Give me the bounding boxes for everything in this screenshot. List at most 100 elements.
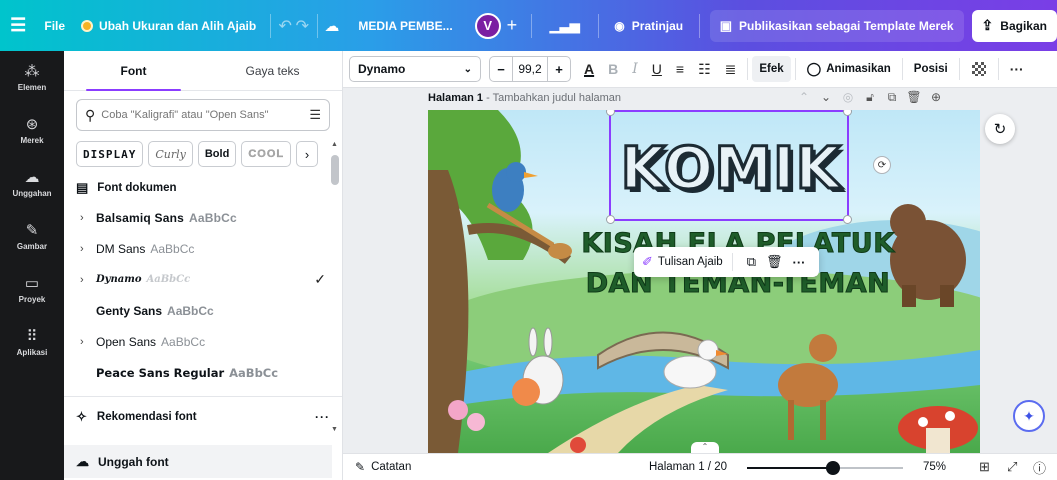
font-item-balsamiq-sans[interactable]: › Balsamiq Sans AaBbCc — [76, 202, 330, 233]
bottom-bar: ✎ Catatan Halaman 1 / 20 75% ⊞ ⤢ ⓘ — [343, 453, 1057, 480]
filter-sliders-icon[interactable]: ☰ — [309, 107, 321, 123]
rail-item-unggahan[interactable]: ☁ Unggahan — [0, 157, 64, 210]
divider — [731, 253, 733, 271]
resize-handle[interactable] — [606, 110, 615, 116]
upload-font-button[interactable]: ☁ Unggah font — [64, 445, 332, 478]
list-icon[interactable]: ☷ — [691, 61, 718, 78]
scroll-down-icon[interactable]: ▼ — [331, 426, 338, 433]
chevron-right-icon[interactable]: › — [76, 274, 96, 286]
rail-item-gambar[interactable]: ✎ Gambar — [0, 210, 64, 263]
underline-icon[interactable]: U — [645, 61, 669, 77]
chevron-down-icon[interactable]: ⌄ — [815, 90, 837, 105]
add-page-icon[interactable]: ⊕ — [925, 90, 947, 105]
animate-circle-icon: ◯ — [806, 61, 822, 76]
chevron-up-icon[interactable]: ⌃ — [793, 90, 815, 105]
style-chip-bold[interactable]: Bold — [197, 141, 237, 167]
style-chip-display[interactable]: DISPLAY — [76, 141, 144, 167]
redo-icon[interactable]: ↷ — [294, 0, 311, 51]
font-recommendation-row[interactable]: ✧ Rekomendasi font ··· — [76, 401, 330, 433]
publish-template-button[interactable]: ▣ Publikasikan sebagai Template Merek — [709, 9, 964, 42]
rail-item-aplikasi[interactable]: ⠿ Aplikasi — [0, 316, 64, 369]
page-indicator[interactable]: Halaman 1 / 20 — [649, 461, 727, 473]
magic-sparkle-icon[interactable]: ✦ — [1013, 400, 1045, 432]
decrease-size-button[interactable]: − — [490, 62, 512, 77]
text-color-icon[interactable]: A — [577, 61, 601, 77]
effects-button[interactable]: Efek — [752, 56, 791, 82]
notes-button[interactable]: ✎ Catatan — [355, 460, 411, 474]
grid-view-icon[interactable]: ⊞ — [979, 459, 990, 475]
chevron-right-icon[interactable]: › — [76, 243, 96, 255]
trash-icon[interactable]: 🗑︎ — [903, 90, 925, 105]
font-item-open-sans[interactable]: › Open Sans AaBbCc — [76, 326, 330, 357]
scrollbar-thumb[interactable] — [331, 155, 339, 185]
resize-handle[interactable] — [606, 215, 615, 224]
undo-icon[interactable]: ↶ — [277, 0, 294, 51]
chevron-up-icon[interactable]: ⌃ — [691, 442, 719, 453]
spacing-icon[interactable]: ≣ — [718, 61, 744, 78]
hide-eye-icon[interactable]: ◎ — [837, 90, 859, 105]
cloud-save-icon[interactable]: ☁ — [323, 0, 340, 51]
rail-item-elemen[interactable]: ⁂ Elemen — [0, 51, 64, 104]
magic-write-icon[interactable]: ✐ — [642, 254, 653, 270]
page-header[interactable]: Halaman 1 - Tambahkan judul halaman — [428, 92, 621, 104]
crown-icon — [81, 19, 94, 32]
duplicate-icon[interactable]: ⧉ — [747, 254, 756, 270]
font-item-peace-sans[interactable]: Peace Sans Regular AaBbCc — [76, 357, 330, 388]
scroll-up-icon[interactable]: ▲ — [331, 141, 338, 148]
chevron-right-icon[interactable]: › — [76, 336, 96, 348]
font-item-dm-sans[interactable]: › DM Sans AaBbCc — [76, 233, 330, 264]
panel-scrollbar[interactable]: ▲ ▼ — [331, 141, 339, 433]
menu-hamburger-icon[interactable]: ☰ — [0, 0, 36, 51]
resize-magic-button[interactable]: Ubah Ukuran dan Alih Ajaib — [73, 0, 264, 51]
refresh-plus-icon[interactable]: ↻ — [985, 114, 1015, 144]
zoom-slider-thumb[interactable] — [825, 461, 840, 475]
rabbit-ear — [528, 327, 538, 357]
font-item-dynamo[interactable]: › Dynamo AaBbCc ✓ — [76, 264, 330, 295]
resize-handle[interactable] — [843, 215, 852, 224]
increase-size-button[interactable]: + — [548, 62, 570, 77]
avatar[interactable]: V — [474, 12, 501, 39]
rail-item-proyek[interactable]: ▭ Proyek — [0, 263, 64, 316]
more-horizontal-icon[interactable]: ··· — [793, 255, 806, 270]
trash-icon[interactable]: 🗑︎ — [766, 254, 783, 270]
style-chip-curly[interactable]: Curly — [148, 141, 193, 167]
tab-font[interactable]: Font — [64, 51, 203, 91]
insights-chart-icon[interactable]: ▁▃▅ — [538, 0, 592, 51]
search-input[interactable] — [101, 109, 310, 121]
bold-icon[interactable]: B — [601, 61, 625, 77]
plus-icon[interactable]: + — [507, 15, 518, 36]
fullscreen-icon[interactable]: ⤢ — [1007, 459, 1017, 475]
rotate-icon[interactable]: ⟳ — [873, 156, 891, 174]
document-title[interactable]: MEDIA PEMBE... — [340, 0, 474, 51]
file-menu[interactable]: File — [36, 0, 73, 51]
font-family-select[interactable]: Dynamo ⌄ — [349, 56, 481, 82]
rail-item-merek[interactable]: ⊛ Merek — [0, 104, 64, 157]
font-sample: AaBbCc — [188, 210, 237, 225]
font-size-input[interactable]: 99,2 — [512, 57, 548, 81]
zoom-value[interactable]: 75% — [923, 461, 946, 473]
text-toolbar: Dynamo ⌄ − 99,2 + A B I U ≡ ☷ ≣ Efek ◯ A… — [343, 51, 1057, 88]
share-button[interactable]: ⇪ Bagikan — [971, 9, 1057, 42]
magic-write-button[interactable]: Tulisan Ajaib — [658, 256, 723, 268]
duplicate-icon[interactable]: ⧉ — [881, 90, 903, 105]
more-horizontal-icon[interactable]: ··· — [315, 410, 330, 424]
design-page[interactable]: KOMIK KISAH ELA PELATUK DAN TEMAN-TEMAN … — [428, 110, 980, 453]
preview-button[interactable]: ◉ Pratinjau — [604, 0, 693, 51]
animate-button[interactable]: ◯ Animasikan — [800, 61, 898, 77]
transparency-icon[interactable] — [971, 62, 986, 76]
font-item-genty-sans[interactable]: Genty Sans AaBbCc — [76, 295, 330, 326]
chevron-right-icon[interactable]: › — [296, 141, 319, 167]
help-icon[interactable]: ⓘ — [1033, 458, 1046, 477]
chevron-right-icon[interactable]: › — [76, 212, 96, 224]
tab-text-styles[interactable]: Gaya teks — [203, 51, 342, 90]
position-button[interactable]: Posisi — [907, 63, 955, 75]
lock-icon[interactable]: 🔓︎ — [859, 90, 881, 105]
deer — [778, 363, 838, 407]
italic-icon[interactable]: I — [625, 61, 645, 77]
style-chip-cool[interactable]: COOL — [241, 141, 292, 167]
font-sample: AaBbCc — [146, 274, 191, 285]
apps-grid-icon: ⠿ — [26, 327, 38, 345]
more-horizontal-icon[interactable]: ··· — [1003, 61, 1031, 77]
align-center-icon[interactable]: ≡ — [669, 61, 691, 77]
zoom-slider[interactable] — [747, 461, 903, 475]
